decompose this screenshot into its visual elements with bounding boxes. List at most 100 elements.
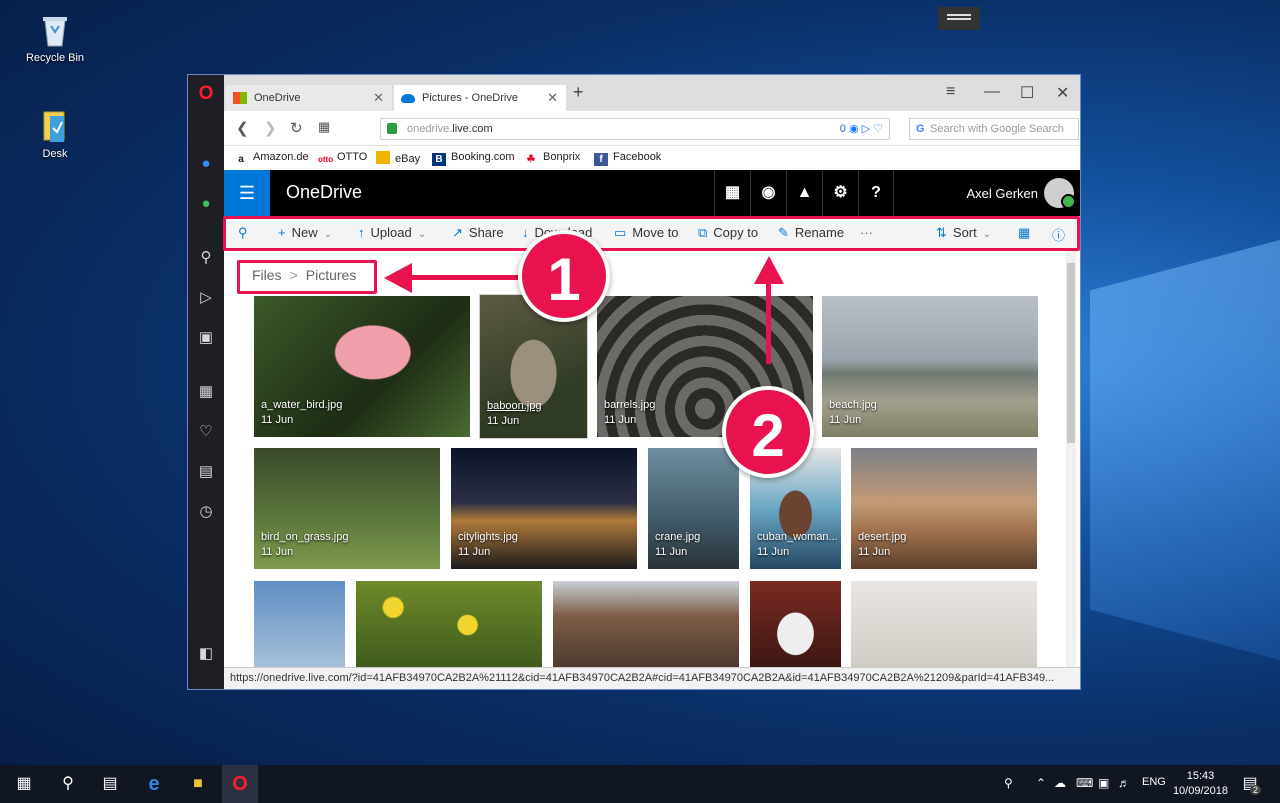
close-window-button[interactable]: ✕ [1056,83,1069,103]
folder-icon [43,111,65,142]
feedback-icon[interactable]: ◉ [750,170,786,216]
file-tile[interactable]: bird_on_grass.jpg 11 Jun [254,448,440,569]
send-icon[interactable]: ▷ [194,287,218,309]
messenger-icon[interactable]: ● [194,153,218,175]
volume-icon[interactable]: ♬ [1118,776,1130,790]
search-placeholder: Search with Google Search [930,123,1064,135]
news-icon[interactable]: ▤ [194,461,218,483]
file-tile[interactable] [356,581,542,669]
file-date: 11 Jun [757,546,790,558]
sidebar-toggle-icon[interactable]: ◧ [194,643,218,665]
file-tile[interactable] [750,581,841,669]
scrollbar-thumb[interactable] [1067,263,1075,443]
task-view-icon[interactable]: ▤ [100,774,120,794]
user-name[interactable]: Axel Gerken [966,186,1038,201]
search-icon[interactable]: ⚲ [58,774,78,794]
history-icon[interactable]: ◷ [194,501,218,523]
search-icon[interactable]: ⚲ [194,247,218,269]
maximize-button[interactable]: ☐ [1020,83,1034,103]
bookmark-ebay[interactable]: eBay [376,151,420,165]
network-icon[interactable]: ▣ [1098,776,1109,790]
bookmark-otto[interactable]: otto OTTO [318,151,367,166]
opera-sidebar: O ● ● ⚲ ▷ ▣ ▦ ♡ ▤ ◷ ◧ [188,75,224,689]
file-name: cuban_woman... [757,531,838,543]
google-icon: G [916,123,925,135]
file-name: beach.jpg [829,399,877,411]
tray-chevron-up-icon[interactable]: ⌃ [1036,776,1046,790]
bookmark-booking[interactable]: B Booking.com [432,151,515,166]
forward-button[interactable]: ❯ [264,119,277,137]
app-title[interactable]: OneDrive [286,182,362,203]
file-explorer-icon[interactable]: ■ [188,774,208,794]
language-indicator[interactable]: ENG [1142,776,1166,788]
new-tab-button[interactable]: + [573,82,584,103]
camera-icon[interactable]: ▣ [194,327,218,349]
file-tile[interactable]: citylights.jpg 11 Jun [451,448,637,569]
notifications-icon[interactable]: ▲ [786,170,822,216]
file-date: 11 Jun [487,415,520,427]
file-tile[interactable] [851,581,1037,669]
microsoft-logo-icon [233,92,247,104]
callout-badge-1: 1 [518,230,610,322]
opera-taskbar-icon[interactable]: O [222,765,258,803]
file-tile[interactable] [553,581,739,669]
help-icon[interactable]: ? [858,170,894,216]
tab-label: OneDrive [254,92,301,104]
file-date: 11 Jun [604,414,637,426]
tab-menu-icon[interactable]: ≡ [946,83,955,101]
people-icon[interactable]: ⚲ [1004,776,1013,790]
notification-count-badge: 2 [1250,785,1262,795]
tab-bar: OneDrive ✕ Pictures - OneDrive ✕ + ≡ — ☐… [224,75,1080,111]
url-field[interactable]: onedrive.live.com 0 ◉ ▷ ♡ [380,118,890,140]
app-launcher-icon[interactable]: ▦ [714,170,750,216]
whatsapp-icon[interactable]: ● [194,193,218,215]
file-date: 11 Jun [829,414,862,426]
bookmark-amazon[interactable]: a Amazon.de [234,151,309,166]
file-name: citylights.jpg [458,531,518,543]
start-windows-icon[interactable]: ▦ [14,774,34,794]
bookmark-label: OTTO [337,151,368,163]
callout-arrow-1 [398,275,518,280]
speed-dial-icon[interactable]: ▦ [318,119,330,135]
browser-window: O ● ● ⚲ ▷ ▣ ▦ ♡ ▤ ◷ ◧ OneDrive ✕ Picture… [187,74,1081,690]
onedrive-tray-icon[interactable]: ☁ [1054,776,1066,790]
file-name: barrels.jpg [604,399,656,411]
breadcrumb-highlight [237,260,377,294]
speed-dial-icon[interactable]: ▦ [194,381,218,403]
file-tile[interactable]: beach.jpg 11 Jun [822,296,1038,437]
remote-session-bar-handle[interactable] [938,7,980,30]
desktop-icon-desk[interactable]: Desk [15,108,95,160]
opera-logo-icon[interactable]: O [194,83,218,105]
arrowhead-up-icon [754,256,784,284]
desktop-icon-recycle-bin[interactable]: Recycle Bin [15,12,95,64]
settings-gear-icon[interactable]: ⚙ [822,170,858,216]
bookmark-label: Amazon.de [253,151,309,163]
back-button[interactable]: ❮ [236,119,249,137]
system-clock[interactable]: 15:43 10/09/2018 [1173,769,1228,799]
url-tools[interactable]: 0 ◉ ▷ ♡ [840,119,883,139]
keyboard-tray-icon[interactable]: ⌨ [1076,776,1093,790]
close-tab-icon[interactable]: ✕ [547,85,558,111]
search-field[interactable]: G Search with Google Search [909,118,1079,140]
onedrive-cloud-icon [401,94,415,103]
file-caption: a_water_bird.jpg 11 Jun [261,398,342,428]
tab-onedrive[interactable]: OneDrive ✕ [226,85,392,111]
ebay-icon [376,151,390,164]
file-tile[interactable] [254,581,345,669]
content-scrollbar[interactable] [1066,251,1076,671]
edge-browser-icon[interactable]: e [144,774,164,794]
file-caption: baboon.jpg 11 Jun [487,399,541,429]
clock-date: 10/09/2018 [1172,785,1228,797]
bookmark-bonprix[interactable]: ☘ Bonprix [524,151,581,166]
file-tile[interactable]: crane.jpg 11 Jun [648,448,739,569]
app-menu-button[interactable]: ☰ [224,170,270,216]
file-tile[interactable]: a_water_bird.jpg 11 Jun [254,296,470,437]
minimize-button[interactable]: — [984,83,1000,101]
avatar[interactable] [1044,178,1076,209]
bookmark-facebook[interactable]: f Facebook [594,151,661,166]
close-tab-icon[interactable]: ✕ [373,85,384,111]
reload-button[interactable]: ↻ [290,119,303,137]
tab-pictures-onedrive[interactable]: Pictures - OneDrive ✕ [394,85,566,111]
file-tile[interactable]: desert.jpg 11 Jun [851,448,1037,569]
heart-icon[interactable]: ♡ [194,421,218,443]
